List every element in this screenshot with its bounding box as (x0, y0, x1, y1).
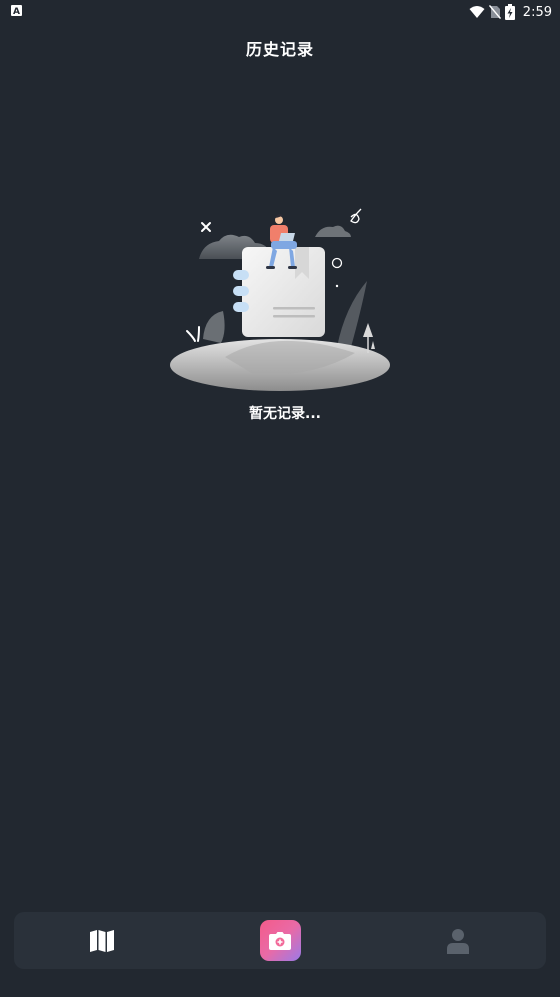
nav-camera-button[interactable] (252, 912, 308, 969)
status-icons: 2:59 (469, 2, 552, 22)
nav-profile-button[interactable] (432, 912, 484, 969)
map-icon (90, 929, 114, 952)
a-notification-icon: A (11, 5, 22, 16)
camera-icon (269, 931, 291, 950)
no-sim-icon (488, 5, 501, 19)
wifi-icon (469, 6, 485, 18)
page-title: 历史记录 (245, 40, 314, 59)
status-bar: A 2:59 (0, 0, 560, 24)
bottom-nav (14, 912, 546, 969)
person-icon (447, 928, 469, 954)
battery-charging-icon (504, 4, 515, 20)
empty-notebook-illustration (170, 208, 390, 391)
empty-state-message: 暂无记录... (249, 406, 321, 422)
svg-text:A: A (13, 7, 20, 16)
status-time: 2:59 (522, 4, 552, 20)
nav-map-button[interactable] (76, 912, 128, 969)
camera-button-bg (259, 920, 301, 961)
